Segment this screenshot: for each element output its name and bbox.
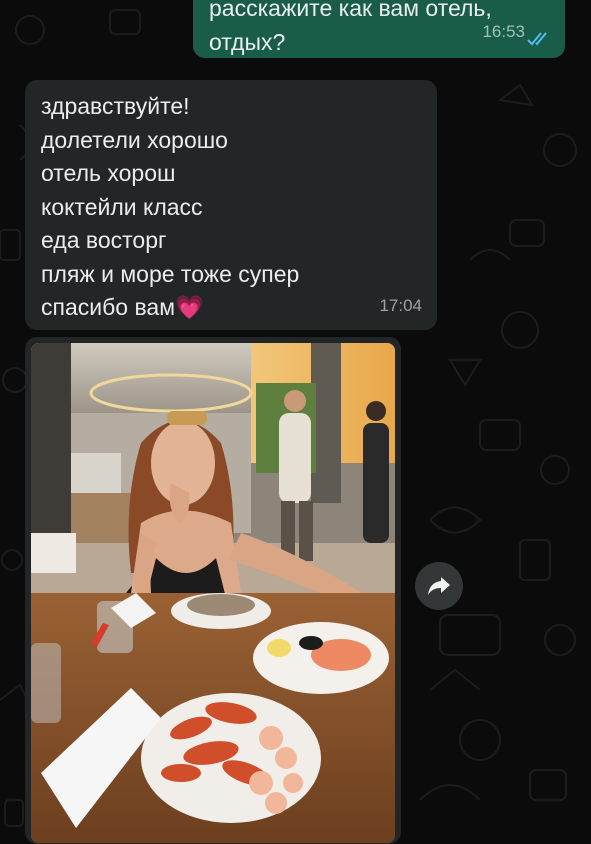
forward-arrow-icon (428, 577, 450, 595)
outgoing-message-bubble[interactable]: расскажите как вам отель, отдых? 16:53 (193, 0, 565, 58)
message-timestamp: 16:53 (482, 21, 525, 41)
double-check-read-icon (527, 32, 547, 46)
message-text-segment: спасибо вам (41, 294, 176, 320)
message-text-line: долетели хорошо (41, 126, 228, 153)
message-text-line: спасибо вам💗 (41, 291, 421, 325)
incoming-message-bubble[interactable]: здравствуйте! долетели хорошо отель хоро… (25, 80, 437, 330)
message-text-line: пляж и море тоже супер (41, 260, 300, 287)
message-text-line: здравствуйте! (41, 93, 190, 119)
heart-emoji: 💗 (175, 294, 204, 320)
message-text-line: еда восторг (41, 227, 167, 253)
photo-image[interactable] (31, 343, 395, 843)
message-text-line: отель хорош (41, 160, 176, 186)
forward-button[interactable] (415, 562, 463, 610)
photo-message-bubble[interactable] (25, 337, 401, 844)
message-timestamp: 17:04 (379, 295, 422, 315)
message-text-line: коктейли класс (41, 193, 203, 220)
